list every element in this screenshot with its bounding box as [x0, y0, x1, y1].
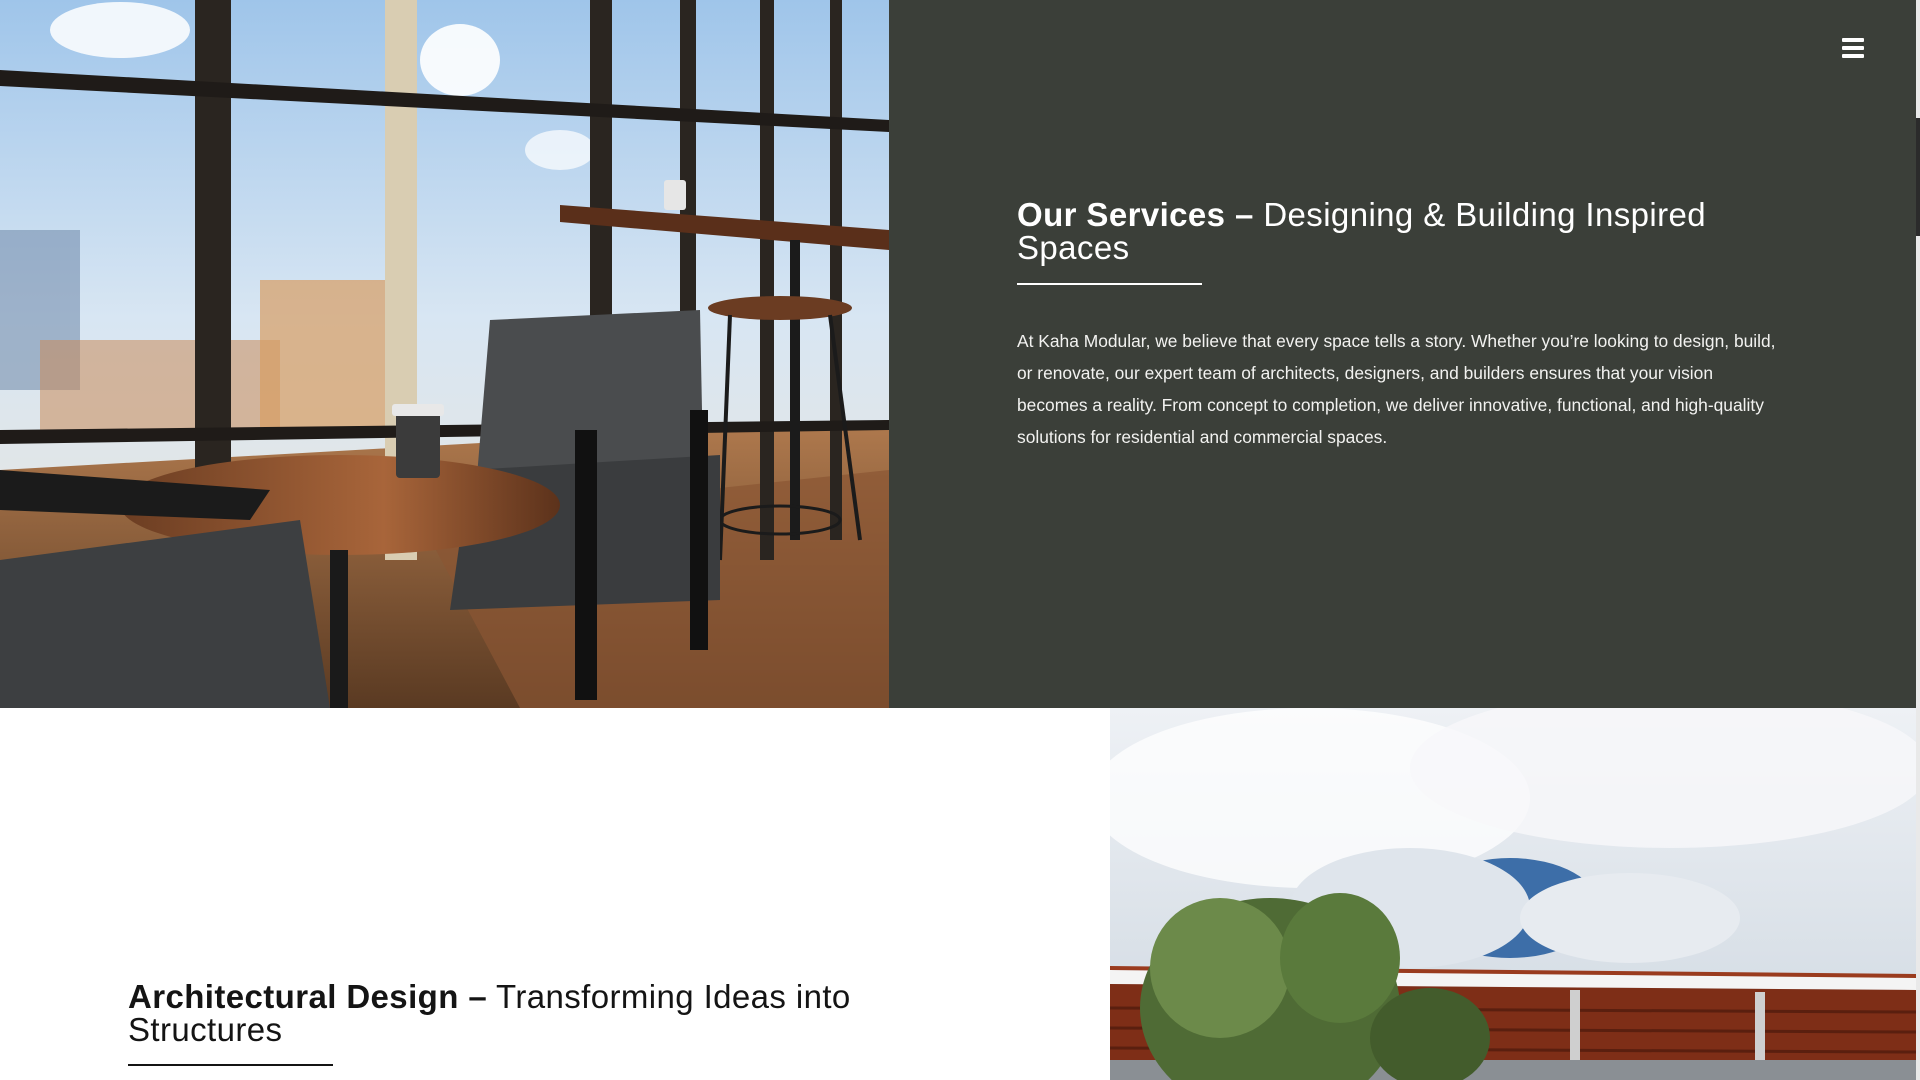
services-description: At Kaha Modular, we believe that every s…	[1017, 331, 1776, 447]
architectural-section: Architectural Design – Transforming Idea…	[0, 708, 1916, 1080]
services-panel: Our Services – Designing & Building Insp…	[889, 0, 1916, 708]
services-content: Our Services – Designing & Building Insp…	[1017, 198, 1777, 453]
hamburger-menu-icon	[1842, 38, 1864, 42]
hamburger-menu-icon	[1842, 54, 1864, 58]
cafe-interior-image	[0, 0, 889, 708]
architectural-heading-bold: Architectural Design –	[128, 978, 488, 1015]
architectural-content: Architectural Design – Transforming Idea…	[128, 980, 988, 1066]
architectural-heading-underline	[128, 1064, 333, 1066]
cafe-illustration	[0, 0, 889, 708]
services-heading: Our Services – Designing & Building Insp…	[1017, 198, 1777, 264]
menu-button[interactable]	[1838, 34, 1872, 62]
services-heading-underline	[1017, 283, 1202, 285]
services-section: Our Services – Designing & Building Insp…	[0, 0, 1916, 708]
services-heading-bold: Our Services –	[1017, 196, 1254, 233]
hamburger-menu-icon	[1842, 46, 1864, 50]
page-scrollbar[interactable]	[1916, 0, 1920, 1080]
scrollbar-thumb[interactable]	[1916, 118, 1920, 236]
building-exterior-image	[1110, 708, 1916, 1080]
building-illustration	[1110, 708, 1916, 1080]
architectural-heading: Architectural Design – Transforming Idea…	[128, 980, 988, 1046]
